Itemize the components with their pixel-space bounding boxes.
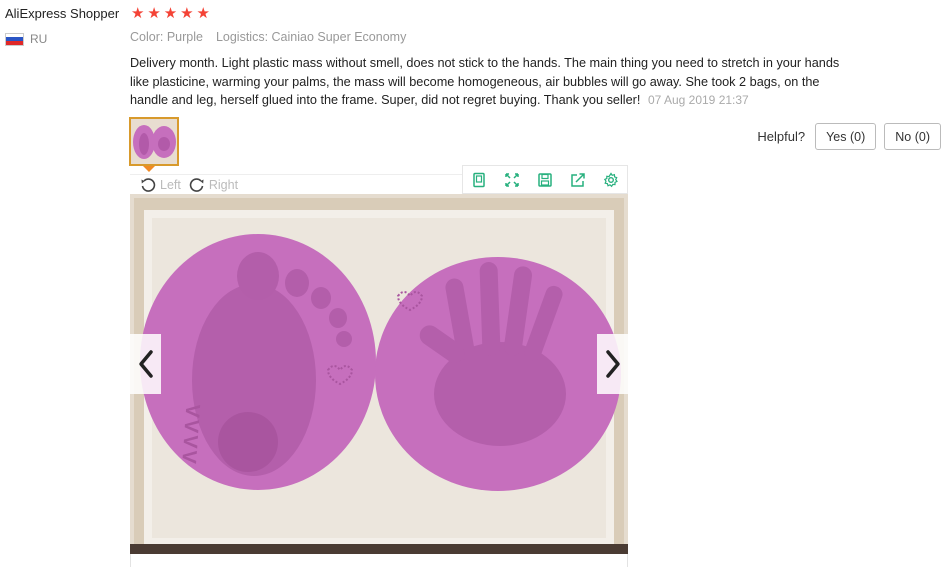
russia-flag-icon <box>5 32 24 46</box>
helpful-section: Helpful? Yes (0) No (0) <box>757 123 941 150</box>
fullscreen-button[interactable] <box>502 170 522 190</box>
star-icon: ★ <box>163 5 178 22</box>
chevron-right-icon <box>605 350 620 378</box>
fullscreen-icon <box>505 172 519 187</box>
review-photo-thumbnail[interactable] <box>129 117 179 166</box>
star-icon: ★ <box>196 5 210 22</box>
star-icon: ★ <box>180 5 194 22</box>
save-image-button[interactable] <box>535 170 555 190</box>
next-photo-button[interactable] <box>597 334 628 394</box>
image-toolbar <box>462 165 628 194</box>
rotate-right-label: Right <box>208 177 239 192</box>
review-date: 07 Aug 2019 21:37 <box>647 93 749 107</box>
reviewer-name: AliExpress Shopper <box>5 6 120 21</box>
review-photo: ΛΛΛΛ <box>130 194 628 554</box>
star-icon: ★ <box>130 5 145 22</box>
product-color: Color: Purple <box>130 30 203 44</box>
review-body: Delivery month. Light plastic mass witho… <box>130 54 860 110</box>
reviewer-country: RU <box>5 32 47 46</box>
rating-stars: ★ ★ ★ ★ ★ <box>130 5 211 22</box>
review-meta: Color: Purple Logistics: Cainiao Super E… <box>130 30 406 44</box>
thumbnail-pointer <box>143 166 155 172</box>
viewer-footer <box>130 554 628 567</box>
chevron-left-icon <box>138 350 153 378</box>
thumbnail-image <box>131 119 177 164</box>
gear-icon <box>603 171 618 187</box>
rotate-right-button[interactable]: Right <box>189 177 238 193</box>
share-icon <box>571 172 585 187</box>
country-code: RU <box>30 32 48 46</box>
save-icon <box>538 172 552 187</box>
helpful-no-button[interactable]: No (0) <box>884 123 941 150</box>
svg-text:ΛΛΛΛ: ΛΛΛΛ <box>179 402 205 465</box>
rotate-left-icon <box>141 177 156 192</box>
review-photo-viewer[interactable]: ΛΛΛΛ <box>130 194 628 554</box>
viewer-settings-button[interactable] <box>601 170 621 190</box>
rotate-left-button[interactable]: Left <box>140 177 181 193</box>
helpful-label: Helpful? <box>757 129 806 144</box>
share-image-button[interactable] <box>568 170 588 190</box>
helpful-yes-button[interactable]: Yes (0) <box>815 123 877 150</box>
rotate-right-icon <box>189 177 204 192</box>
actual-size-icon <box>473 172 486 187</box>
star-icon: ★ <box>147 5 161 22</box>
previous-photo-button[interactable] <box>130 334 161 394</box>
rotate-controls: Left Right <box>130 174 462 194</box>
rotate-left-label: Left <box>160 177 181 192</box>
logistics-info: Logistics: Cainiao Super Economy <box>215 30 407 44</box>
actual-size-button[interactable] <box>469 170 489 190</box>
